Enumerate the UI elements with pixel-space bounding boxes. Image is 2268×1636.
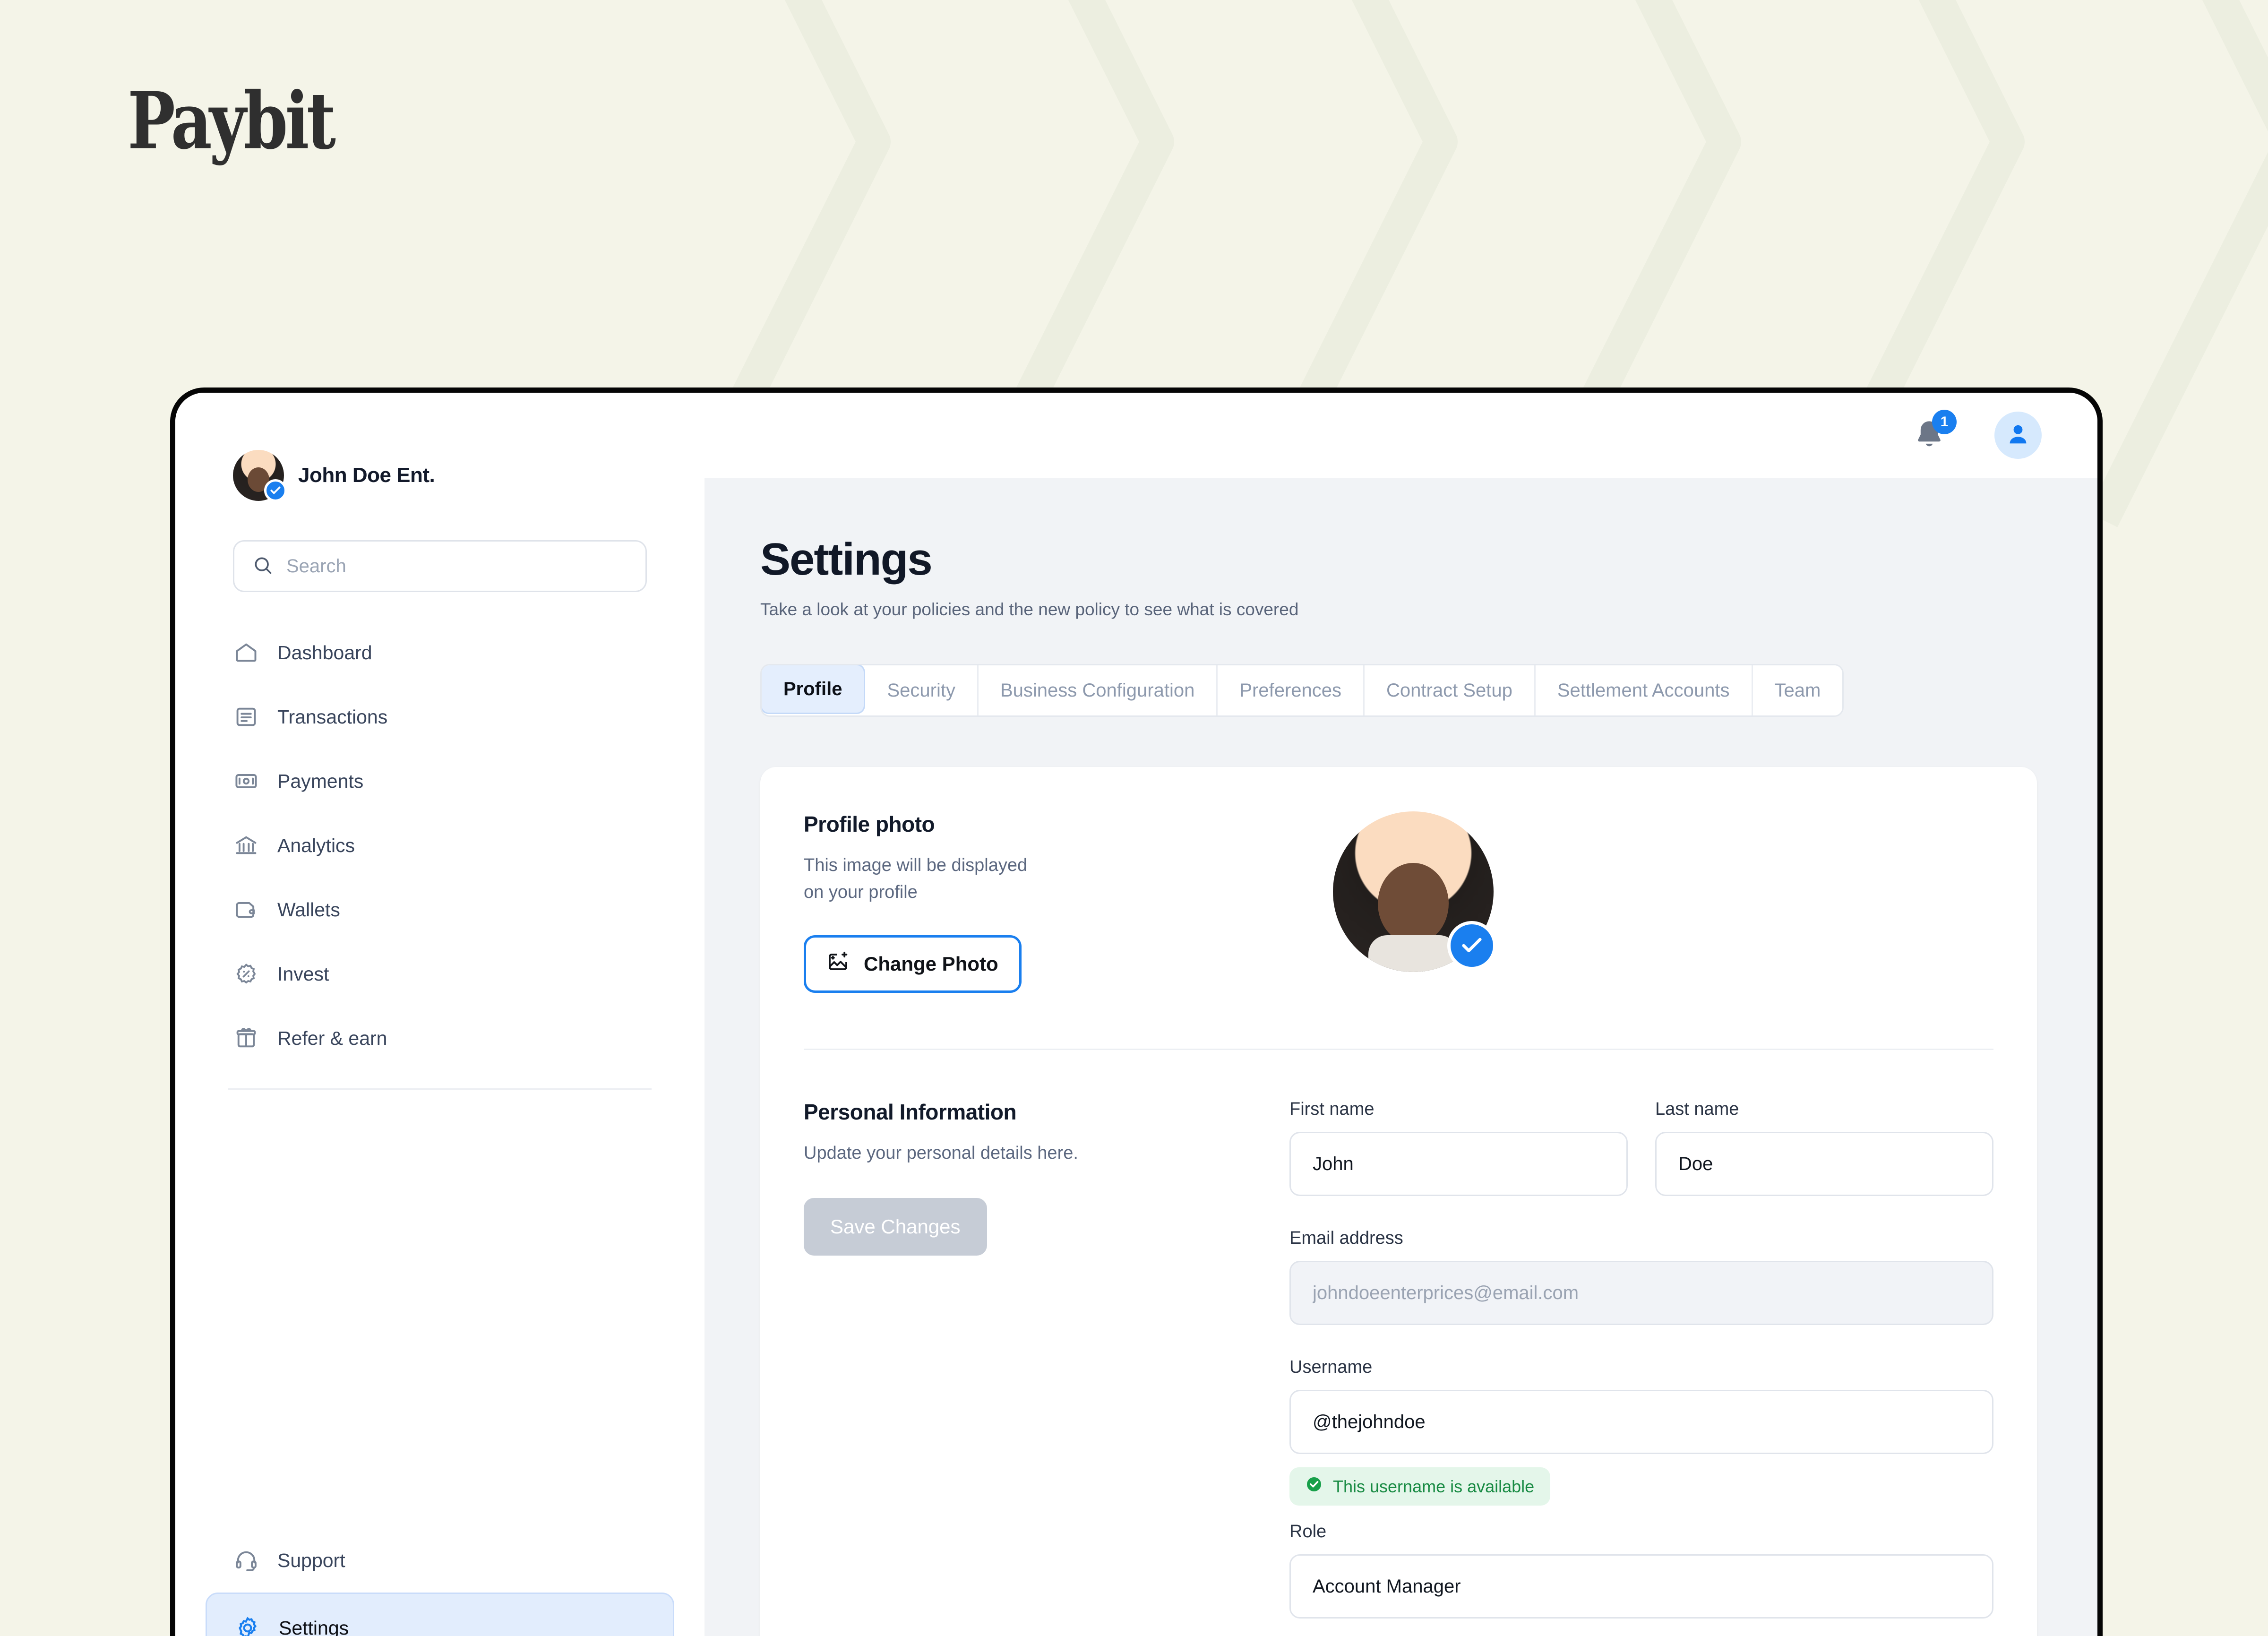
search-icon	[252, 555, 273, 578]
profile-photo-preview[interactable]	[1333, 811, 1496, 972]
sidebar-nav-bottom: Support Settings	[175, 1528, 704, 1636]
avatar	[233, 450, 287, 502]
sidebar-item-refer-and-earn[interactable]: Refer & earn	[175, 1006, 704, 1070]
home-icon	[233, 639, 259, 666]
profile-photo-description-line2: on your profile	[804, 882, 918, 902]
sidebar-item-label: Settings	[279, 1617, 349, 1636]
tab-business-configuration[interactable]: Business Configuration	[978, 665, 1218, 715]
sidebar: John Doe Ent. Dashboard Transacti	[175, 393, 704, 1636]
personal-information-section: Personal Information Update your persona…	[760, 1050, 2037, 1636]
main-content: Settings Take a look at your policies an…	[704, 478, 2097, 1636]
sidebar-nav-main: Dashboard Transactions Payments Analytic…	[175, 620, 704, 1070]
account-menu-button[interactable]	[1994, 412, 2042, 459]
username-availability-text: This username is available	[1333, 1476, 1535, 1496]
search-box[interactable]	[233, 540, 647, 592]
last-name-input[interactable]	[1655, 1132, 1993, 1196]
paybit-logo: Paybit	[128, 76, 336, 167]
notification-count-badge: 1	[1932, 410, 1957, 434]
sidebar-item-label: Invest	[277, 963, 329, 985]
role-input[interactable]	[1289, 1554, 1993, 1619]
save-changes-button[interactable]: Save Changes	[804, 1198, 987, 1256]
email-label: Email address	[1289, 1228, 1403, 1248]
last-name-label: Last name	[1655, 1099, 1739, 1119]
sidebar-item-label: Payments	[277, 770, 364, 792]
personal-information-form: First name Last name Email address	[1281, 1099, 1993, 1636]
tab-security[interactable]: Security	[865, 665, 979, 715]
verified-check-icon	[264, 479, 287, 502]
gift-box-icon	[233, 1025, 259, 1051]
device-frame: John Doe Ent. Dashboard Transacti	[170, 387, 2103, 1636]
sidebar-item-invest[interactable]: Invest	[175, 942, 704, 1006]
tab-team[interactable]: Team	[1753, 665, 1843, 715]
image-sparkle-icon	[827, 950, 850, 978]
username-label: Username	[1289, 1357, 1373, 1377]
topbar: 1	[704, 393, 2097, 478]
profile-settings-card: Profile photo This image will be display…	[760, 767, 2037, 1636]
username-availability-badge: This username is available	[1289, 1467, 1551, 1506]
tab-contract-setup[interactable]: Contract Setup	[1365, 665, 1536, 715]
sidebar-item-label: Support	[277, 1549, 345, 1571]
username-field: Username This username is available	[1289, 1357, 1993, 1506]
sidebar-account-chip[interactable]: John Doe Ent.	[175, 440, 704, 511]
first-name-input[interactable]	[1289, 1132, 1628, 1196]
headset-icon	[233, 1547, 259, 1574]
first-name-field: First name	[1289, 1099, 1628, 1196]
sidebar-item-dashboard[interactable]: Dashboard	[175, 620, 704, 685]
sidebar-divider	[228, 1088, 652, 1090]
sidebar-item-payments[interactable]: Payments	[175, 749, 704, 813]
profile-photo-section: Profile photo This image will be display…	[760, 811, 2037, 993]
sidebar-item-settings[interactable]: Settings	[206, 1593, 674, 1636]
sidebar-item-support[interactable]: Support	[175, 1528, 704, 1593]
tab-preferences[interactable]: Preferences	[1218, 665, 1365, 715]
sidebar-item-wallets[interactable]: Wallets	[175, 878, 704, 942]
first-name-label: First name	[1289, 1099, 1375, 1119]
username-input[interactable]	[1289, 1390, 1993, 1454]
sidebar-item-label: Analytics	[277, 834, 355, 856]
last-name-field: Last name	[1655, 1099, 1993, 1196]
profile-photo-title: Profile photo	[804, 812, 935, 836]
percent-badge-icon	[233, 961, 259, 987]
page-subtitle: Take a look at your policies and the new…	[760, 600, 1299, 619]
sidebar-item-label: Wallets	[277, 898, 340, 921]
sidebar-item-label: Transactions	[277, 706, 388, 728]
verified-check-icon	[1447, 921, 1496, 970]
profile-photo-description-line1: This image will be displayed	[804, 855, 1028, 875]
notifications-button[interactable]: 1	[1907, 410, 1957, 458]
sidebar-item-label: Dashboard	[277, 641, 372, 663]
check-circle-icon	[1306, 1476, 1323, 1497]
sidebar-item-transactions[interactable]: Transactions	[175, 685, 704, 749]
wallet-icon	[233, 896, 259, 923]
user-avatar-icon	[2004, 421, 2032, 450]
personal-information-title: Personal Information	[804, 1100, 1017, 1124]
sidebar-account-name: John Doe Ent.	[298, 464, 435, 487]
search-input[interactable]	[286, 555, 627, 577]
page-title: Settings	[760, 534, 933, 585]
email-input[interactable]	[1289, 1261, 1993, 1325]
personal-information-description: Update your personal details here.	[804, 1143, 1078, 1163]
gear-icon	[234, 1615, 261, 1636]
tab-settlement-accounts[interactable]: Settlement Accounts	[1535, 665, 1753, 715]
banknote-icon	[233, 768, 259, 794]
email-field: Email address	[1289, 1228, 1993, 1325]
sidebar-item-label: Refer & earn	[277, 1027, 387, 1049]
bank-icon	[233, 832, 259, 859]
role-label: Role	[1289, 1522, 1327, 1541]
change-photo-button-label: Change Photo	[864, 953, 998, 975]
tab-profile[interactable]: Profile	[762, 665, 866, 714]
receipt-icon	[233, 704, 259, 730]
settings-tabs: Profile Security Business Configuration …	[760, 664, 1844, 717]
role-field: Role	[1289, 1522, 1993, 1619]
sidebar-item-analytics[interactable]: Analytics	[175, 813, 704, 878]
change-photo-button[interactable]: Change Photo	[804, 935, 1022, 993]
